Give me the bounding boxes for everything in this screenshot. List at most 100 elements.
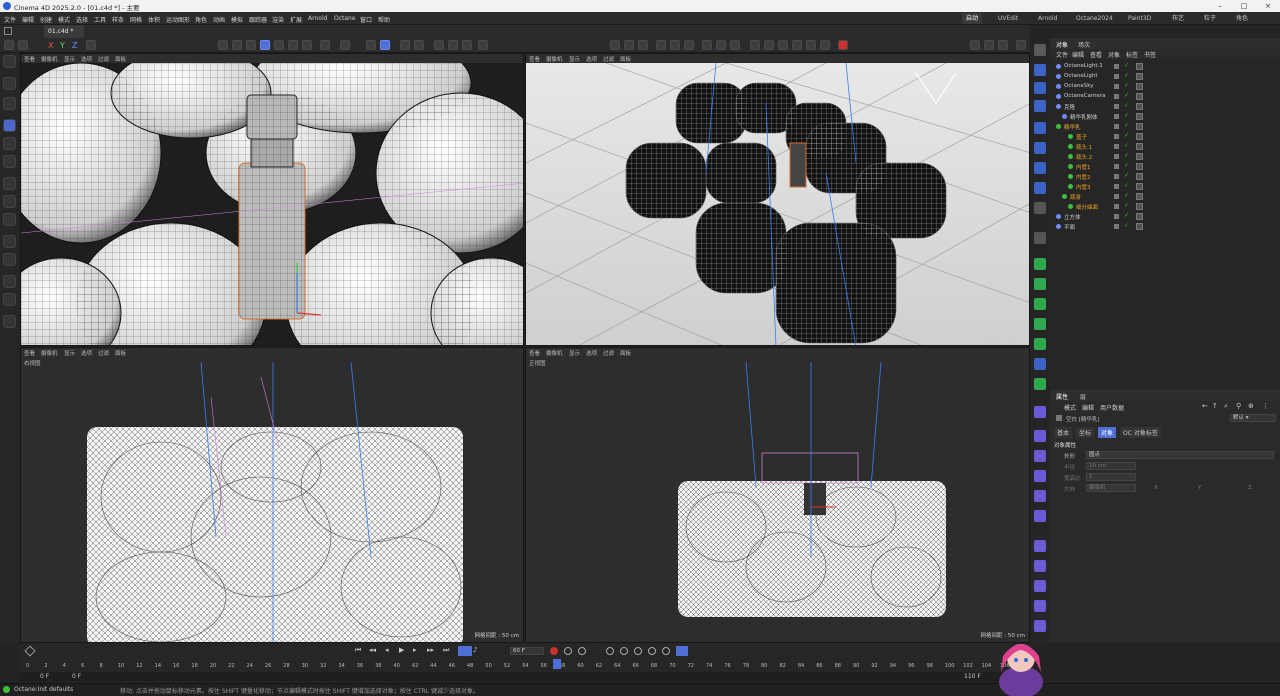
workplane-icon[interactable] [400,40,410,50]
visibility-toggle-icon[interactable] [1114,214,1119,219]
viewport-right[interactable]: 查看 摄像机 显示 选项 过滤 面板 右视图 网格间距: 50 cm [20,347,524,643]
enabled-check-icon[interactable]: ✓ [1124,122,1129,129]
menu-edit[interactable]: 编辑 [22,15,34,24]
text-icon[interactable] [638,40,648,50]
enabled-check-icon[interactable]: ✓ [1124,172,1129,179]
subdivision-icon[interactable] [1034,298,1046,310]
menu-file[interactable]: 文件 [4,15,16,24]
viewport-menu-options[interactable]: 选项 [586,55,597,63]
object-name[interactable]: 内管3 [1076,183,1091,191]
viewport-menu-panel[interactable]: 面板 [620,55,631,63]
tag-icon[interactable] [1136,93,1143,100]
bevel-tool-icon[interactable] [3,235,16,248]
folder-icon[interactable] [1034,620,1046,632]
volume-icon[interactable] [730,40,740,50]
object-name[interactable]: 平面 [1064,223,1075,231]
visibility-toggle-icon[interactable] [1114,134,1119,139]
search-icon[interactable] [3,55,16,68]
menu-window[interactable]: 窗口 [360,15,372,24]
layout-tab-startup[interactable]: 启动 [962,13,983,24]
arc-spline-icon[interactable] [1034,202,1046,214]
field-icon[interactable] [716,40,726,50]
home-icon[interactable] [4,27,12,35]
move-tool-icon[interactable] [3,119,16,132]
falloff-icon[interactable] [462,40,472,50]
model-mode-icon[interactable] [218,40,228,50]
visibility-toggle-icon[interactable] [1114,74,1119,79]
viewport-menu-panel[interactable]: 面板 [115,349,126,357]
transform-tool-icon[interactable] [3,177,16,190]
null-object-icon[interactable] [1034,44,1046,56]
enabled-check-icon[interactable]: ✓ [1124,62,1129,69]
viewport-menu-options[interactable]: 选项 [586,349,597,357]
viewport-perspective[interactable]: 查看 摄像机 显示 选项 过滤 面板 [20,53,524,346]
menu-mode[interactable]: 模式 [58,15,70,24]
object-row[interactable]: 精华乳 ✓ [1050,122,1280,132]
viewport-menu-filter[interactable]: 过滤 [98,349,109,357]
object-name[interactable]: 立方体 [1064,213,1081,221]
render-region-icon[interactable] [970,40,980,50]
document-tab[interactable]: 01.c4d * [44,25,84,38]
object-row[interactable]: 瓶身 ✓ [1050,192,1280,202]
enabled-check-icon[interactable]: ✓ [1124,202,1129,209]
viewport-menu-panel[interactable]: 面板 [620,349,631,357]
orientation-y[interactable]: Y [1198,485,1201,491]
tag-icon[interactable] [1136,63,1143,70]
enabled-check-icon[interactable]: ✓ [1124,182,1129,189]
enabled-check-icon[interactable]: ✓ [1124,152,1129,159]
triangle-icon[interactable] [1034,490,1046,502]
tag-icon[interactable] [1136,153,1143,160]
enabled-check-icon[interactable]: ✓ [1124,132,1129,139]
visibility-toggle-icon[interactable] [1114,144,1119,149]
display-dropdown[interactable]: 圆点 [1086,451,1274,459]
tag-icon[interactable] [1136,133,1143,140]
object-row[interactable]: 克隆 ✓ [1050,102,1280,112]
measure-icon[interactable] [478,40,488,50]
tag-icon[interactable] [1136,183,1143,190]
spline-tool-icon[interactable] [3,293,16,306]
preset-dropdown[interactable]: 默认 ▾ [1230,414,1276,422]
light-object-icon[interactable] [1034,470,1046,482]
viewport-menu-panel[interactable]: 面板 [115,55,126,63]
tag-icon[interactable] [1136,113,1143,120]
effector-icon[interactable] [684,40,694,50]
subtab-oc-tag[interactable]: OC 对象标签 [1120,427,1161,438]
octane-live-viewer-icon[interactable] [838,40,848,50]
object-name[interactable]: 精华乳刚体 [1070,113,1098,121]
extrude-tool-icon[interactable] [3,213,16,226]
viewport-menu-options[interactable]: 选项 [81,349,92,357]
select-icon[interactable] [3,77,16,90]
object-row[interactable]: 内管1 ✓ [1050,162,1280,172]
edges-mode-icon[interactable] [274,40,284,50]
aspect-input[interactable]: 1 [1086,473,1136,481]
enabled-check-icon[interactable]: ✓ [1124,222,1129,229]
rotate-tool-icon[interactable] [3,137,16,150]
viewport-menu-filter[interactable]: 过滤 [603,349,614,357]
viewport-menu-view[interactable]: 查看 [24,55,35,63]
layout-tab-paint3d[interactable]: Paint3D [1124,13,1155,24]
visibility-toggle-icon[interactable] [1114,64,1119,69]
orientation-dropdown[interactable]: 摄像机 [1086,484,1136,492]
visibility-toggle-icon[interactable] [1114,84,1119,89]
om-menu-bookmarks[interactable]: 书签 [1144,50,1156,59]
mograph-icon[interactable] [670,40,680,50]
object-row[interactable]: 内管3 ✓ [1050,182,1280,192]
render-picture-viewer-icon[interactable] [806,40,816,50]
spread-icon[interactable] [1034,580,1046,592]
attr-menu-edit[interactable]: 编辑 [1082,403,1094,412]
menu-animate[interactable]: 动画 [213,15,225,24]
close-button[interactable]: × [1256,0,1280,12]
path-icon[interactable] [1034,560,1046,572]
polygons-mode-icon[interactable] [288,40,298,50]
object-name[interactable]: OctaneLight.1 [1064,63,1103,69]
tag-icon[interactable] [1136,83,1143,90]
object-row[interactable]: 立方体 ✓ [1050,212,1280,222]
om-menu-object[interactable]: 对象 [1108,50,1120,59]
enabled-check-icon[interactable]: ✓ [1124,92,1129,99]
deformer-triangle-icon[interactable] [1034,358,1046,370]
back-arrow-icon[interactable]: ← [1202,402,1208,410]
viewport-front[interactable]: 查看 摄像机 显示 选项 过滤 面板 正视图 网格间距: 50 cm [525,347,1030,643]
viewport-menu-options[interactable]: 选项 [81,55,92,63]
environment-icon[interactable] [778,40,788,50]
visibility-toggle-icon[interactable] [1114,124,1119,129]
